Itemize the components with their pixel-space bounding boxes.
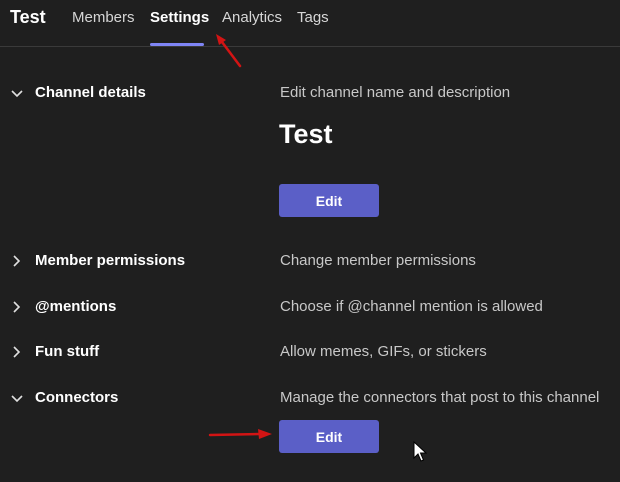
channel-title: Test — [10, 7, 46, 27]
section-description: Edit channel name and description — [280, 84, 511, 101]
chevron-down-icon[interactable] — [10, 392, 24, 406]
section-description: Manage the connectors that post to this … — [280, 389, 600, 406]
edit-channel-details-button[interactable]: Edit — [279, 184, 379, 217]
chevron-right-icon[interactable] — [10, 300, 24, 314]
tab-analytics[interactable]: Analytics — [222, 9, 282, 26]
section-description: Allow memes, GIFs, or stickers — [280, 343, 487, 360]
tab-tags[interactable]: Tags — [297, 9, 329, 26]
tab-settings[interactable]: Settings — [150, 9, 209, 26]
tab-members[interactable]: Members — [72, 9, 135, 26]
mouse-pointer-icon — [413, 441, 427, 462]
section-title[interactable]: Connectors — [35, 389, 118, 406]
section-title[interactable]: Member permissions — [35, 252, 185, 269]
section-title[interactable]: Fun stuff — [35, 343, 99, 360]
red-arrow-icon — [216, 34, 242, 68]
chevron-right-icon[interactable] — [10, 254, 24, 268]
channel-header: Test Members Settings Analytics Tags — [0, 0, 620, 47]
active-tab-indicator — [150, 43, 204, 46]
section-title[interactable]: Channel details — [35, 84, 146, 101]
red-arrow-icon — [208, 429, 272, 439]
chevron-down-icon[interactable] — [10, 87, 24, 101]
section-title[interactable]: @mentions — [35, 298, 116, 315]
chevron-right-icon[interactable] — [10, 345, 24, 359]
section-description: Choose if @channel mention is allowed — [280, 298, 543, 315]
edit-connectors-button[interactable]: Edit — [279, 420, 379, 453]
section-description: Change member permissions — [280, 252, 476, 269]
channel-name-display: Test — [279, 119, 333, 149]
